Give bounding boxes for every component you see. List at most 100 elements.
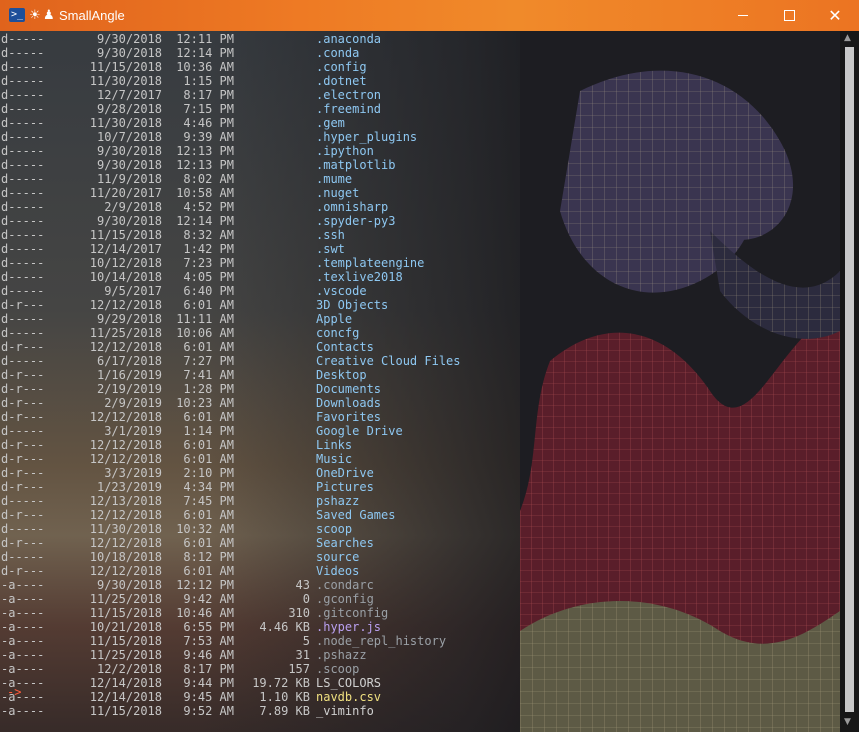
scrollbar-thumb[interactable] — [845, 47, 854, 712]
maximize-button[interactable] — [766, 0, 812, 31]
entry-date: 2/9/2018 — [104, 200, 162, 214]
entry-name: Saved Games — [316, 508, 396, 522]
entry-date: 9/30/2018 — [96, 144, 162, 158]
entry-time: 10:58 AM — [176, 186, 234, 200]
entry-time: 8:17 PM — [183, 662, 234, 676]
entry-date: 9/30/2018 — [96, 214, 162, 228]
entry-mode: d----- — [1, 130, 45, 144]
entry-mode: d-r--- — [1, 410, 45, 424]
entry-time: 9:46 AM — [183, 648, 234, 662]
entry-name: .condarc — [316, 578, 374, 592]
entry-mode: d-r--- — [1, 368, 45, 382]
scroll-down-icon[interactable]: ▼ — [844, 717, 851, 727]
close-icon: ✕ — [828, 6, 842, 25]
entry-date: 9/28/2018 — [96, 102, 162, 116]
entry-mode: d----- — [1, 214, 45, 228]
entry-time: 6:01 AM — [183, 340, 234, 354]
entry-time: 4:34 PM — [183, 480, 234, 494]
entry-name: Creative Cloud Files — [316, 354, 461, 368]
entry-name: .anaconda — [316, 32, 382, 46]
minimize-icon — [738, 15, 748, 16]
entry-mode: d----- — [1, 424, 45, 438]
entry-time: 1:42 PM — [183, 242, 234, 256]
entry-name: Videos — [316, 564, 360, 578]
entry-mode: d----- — [1, 284, 45, 298]
entry-mode: d-r--- — [1, 508, 45, 522]
entry-date: 12/12/2018 — [89, 438, 162, 452]
entry-date: 9/30/2018 — [96, 32, 162, 46]
entry-mode: d----- — [1, 270, 45, 284]
entry-time: 1:14 PM — [183, 424, 234, 438]
entry-date: 11/30/2018 — [89, 74, 162, 88]
entry-time: 10:23 AM — [176, 396, 234, 410]
entry-mode: d----- — [1, 158, 45, 172]
entry-time: 1:28 PM — [183, 382, 234, 396]
powershell-icon: >_ — [9, 8, 25, 22]
scroll-up-icon[interactable]: ▲ — [844, 33, 851, 43]
entry-date: 12/2/2018 — [96, 662, 162, 676]
entry-time: 7:45 PM — [183, 494, 234, 508]
entry-time: 6:01 AM — [183, 298, 234, 312]
entry-time: 8:12 PM — [183, 550, 234, 564]
entry-mode: d----- — [1, 116, 45, 130]
entry-name: .ssh — [316, 228, 345, 242]
entry-name: Favorites — [316, 410, 382, 424]
entry-name: .vscode — [316, 284, 367, 298]
entry-length: 5 — [302, 634, 310, 648]
entry-date: 11/20/2017 — [89, 186, 162, 200]
entry-name: .scoop — [316, 662, 360, 676]
entry-mode: d----- — [1, 32, 45, 46]
entry-date: 10/7/2018 — [96, 130, 162, 144]
entry-date: 12/14/2018 — [89, 690, 162, 704]
entry-time: 6:01 AM — [183, 438, 234, 452]
entry-date: 11/15/2018 — [89, 228, 162, 242]
entry-mode: d----- — [1, 242, 45, 256]
entry-name: .swt — [316, 242, 345, 256]
entry-name: .hyper_plugins — [316, 130, 418, 144]
entry-date: 9/30/2018 — [96, 46, 162, 60]
vertical-scrollbar[interactable]: ▲ ▼ — [840, 31, 859, 732]
entry-name: .omnisharp — [316, 200, 389, 214]
entry-date: 12/12/2018 — [89, 536, 162, 550]
entry-date: 6/17/2018 — [96, 354, 162, 368]
maximize-icon — [783, 10, 795, 21]
entry-name: 3D Objects — [316, 298, 389, 312]
entry-mode: -a---- — [1, 620, 45, 634]
command-prompt[interactable]: -> — [7, 685, 21, 699]
entry-mode: d----- — [1, 522, 45, 536]
entry-date: 12/12/2018 — [89, 564, 162, 578]
entry-length: 310 — [288, 606, 310, 620]
entry-mode: -a---- — [1, 634, 45, 648]
entry-name: .templateengine — [316, 256, 425, 270]
entry-date: 12/12/2018 — [89, 298, 162, 312]
entry-name: Music — [316, 452, 353, 466]
entry-mode: -a---- — [1, 578, 45, 592]
entry-time: 1:15 PM — [183, 74, 234, 88]
entry-date: 11/15/2018 — [89, 704, 162, 718]
entry-name: .freemind — [316, 102, 382, 116]
entry-mode: d-r--- — [1, 480, 45, 494]
entry-date: 12/12/2018 — [89, 340, 162, 354]
figure-icon: ♟ — [43, 7, 55, 22]
entry-mode: d-r--- — [1, 466, 45, 480]
entry-mode: d----- — [1, 186, 45, 200]
minimize-button[interactable] — [720, 0, 766, 31]
entry-date: 9/30/2018 — [96, 578, 162, 592]
entry-date: 9/30/2018 — [96, 158, 162, 172]
entry-mode: d----- — [1, 74, 45, 88]
terminal-output[interactable]: d----- 9/30/2018 12:11 PM .anaconda d----- 9/… — [0, 31, 840, 732]
entry-name: .matplotlib — [316, 158, 396, 172]
entry-date: 12/13/2018 — [89, 494, 162, 508]
entry-length: 1.10 KB — [259, 690, 310, 704]
entry-mode: d----- — [1, 60, 45, 74]
entry-name: .electron — [316, 88, 382, 102]
entry-date: 3/1/2019 — [104, 424, 162, 438]
entry-time: 9:39 AM — [183, 130, 234, 144]
close-button[interactable]: ✕ — [812, 0, 858, 31]
entry-date: 10/18/2018 — [89, 550, 162, 564]
entry-mode: d----- — [1, 550, 45, 564]
entry-mode: d----- — [1, 228, 45, 242]
entry-mode: d----- — [1, 312, 45, 326]
entry-name: .dotnet — [316, 74, 367, 88]
entry-date: 2/9/2019 — [104, 396, 162, 410]
